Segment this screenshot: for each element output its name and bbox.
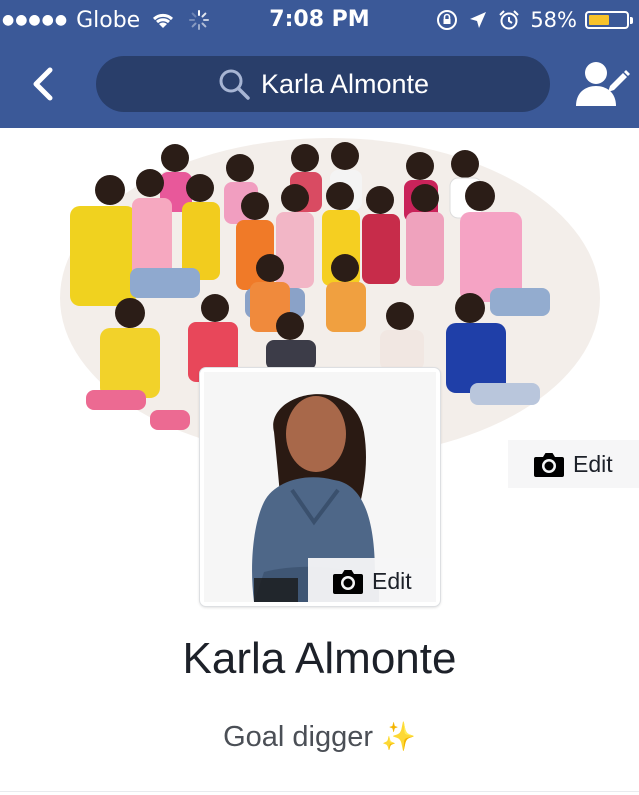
navigation-bar: Karla Almonte bbox=[0, 40, 639, 128]
bio-text: Goal digger bbox=[223, 721, 374, 753]
edit-profile-label: Edit bbox=[372, 567, 412, 594]
status-bar: ●●●●● Globe 7:08 PM 58% bbox=[0, 0, 639, 40]
divider bbox=[0, 791, 639, 792]
profile-name: Karla Almonte bbox=[182, 634, 457, 683]
friend-requests-button[interactable] bbox=[574, 58, 630, 110]
person-edit-icon bbox=[576, 62, 630, 106]
camera-icon bbox=[534, 453, 564, 477]
sparkles-emoji: ✨ bbox=[381, 721, 416, 752]
location-arrow-icon bbox=[470, 12, 487, 28]
edit-cover-label: Edit bbox=[573, 450, 613, 477]
rotation-lock-icon bbox=[437, 10, 458, 30]
battery-icon bbox=[585, 11, 633, 29]
chevron-left-icon bbox=[33, 67, 53, 101]
battery-percent: 58% bbox=[530, 8, 577, 32]
top-header: ●●●●● Globe 7:08 PM 58% Karla Almonte bbox=[0, 0, 639, 128]
alarm-clock-icon bbox=[499, 10, 520, 30]
camera-icon bbox=[333, 570, 363, 594]
edit-cover-photo-button[interactable]: Edit bbox=[508, 440, 639, 488]
status-right: 58% bbox=[436, 6, 633, 34]
search-icon bbox=[219, 69, 250, 100]
edit-profile-picture-button[interactable]: Edit bbox=[308, 558, 436, 602]
battery-fill bbox=[589, 15, 609, 25]
profile-picture: Edit bbox=[204, 372, 436, 602]
profile-bio: Goal digger ✨ bbox=[0, 720, 639, 754]
search-query: Karla Almonte bbox=[260, 68, 430, 99]
back-button[interactable] bbox=[26, 62, 66, 106]
search-bar[interactable]: Karla Almonte bbox=[96, 56, 550, 112]
profile-picture-frame[interactable]: Edit bbox=[200, 368, 440, 606]
